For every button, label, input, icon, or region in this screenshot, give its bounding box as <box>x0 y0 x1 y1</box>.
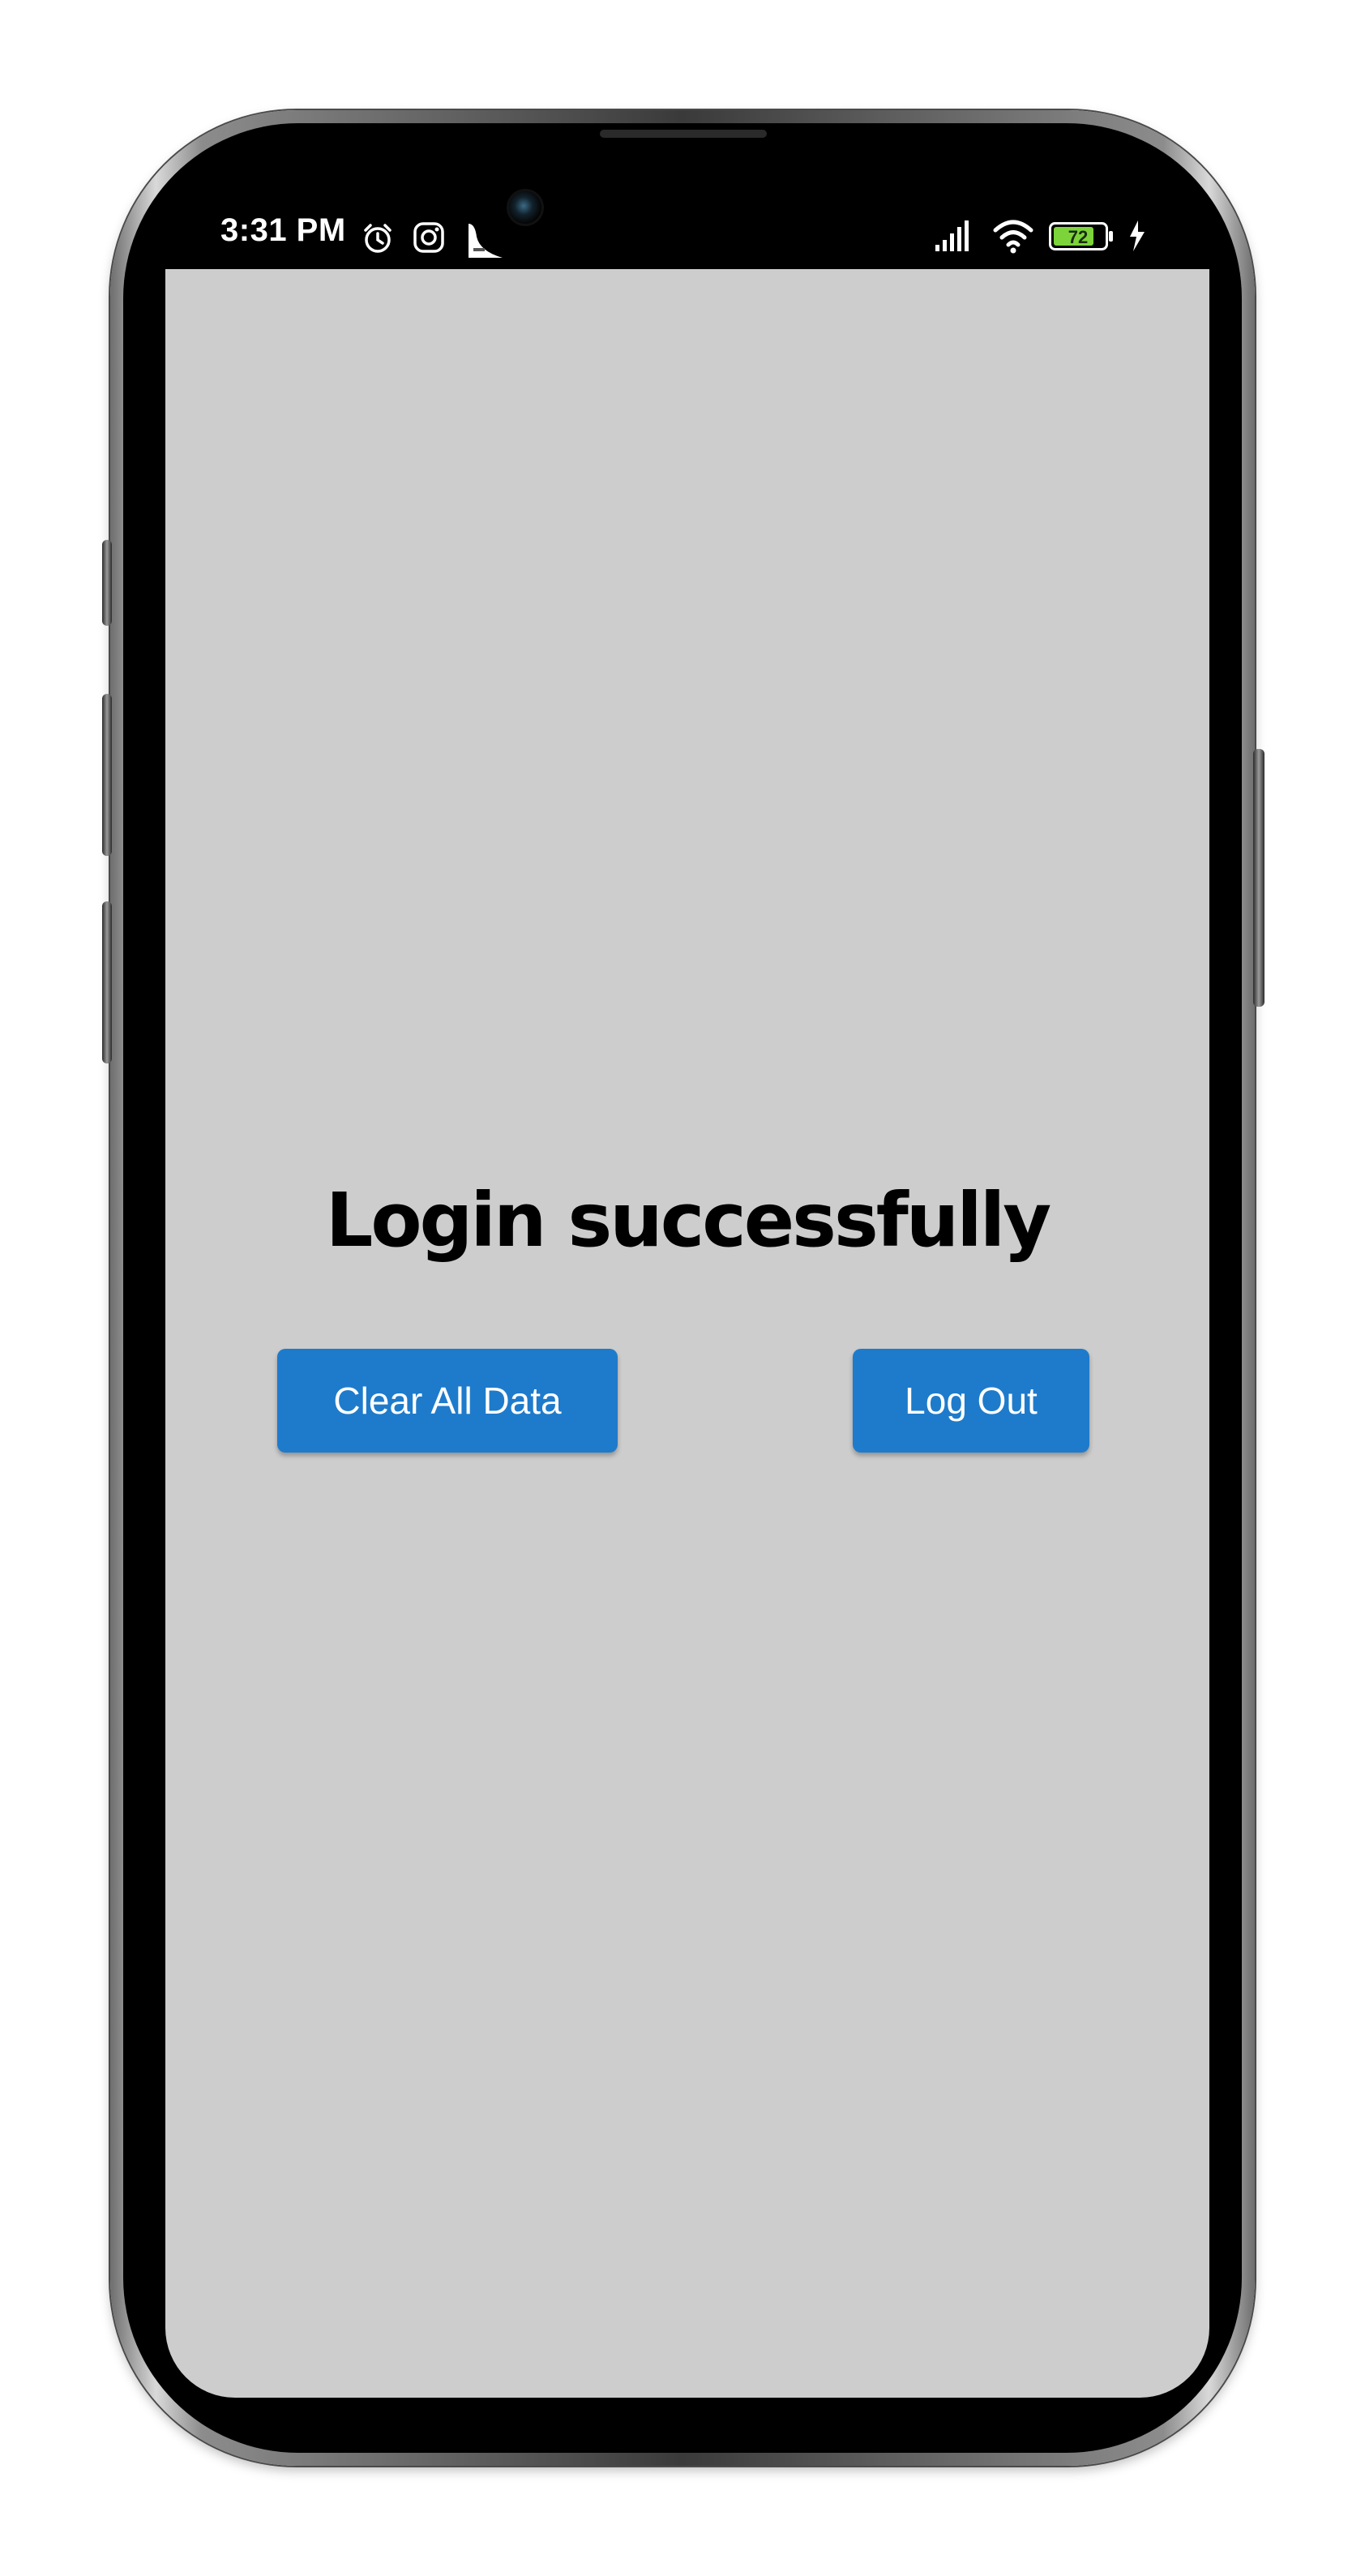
earpiece-speaker <box>600 130 767 138</box>
charging-icon <box>1130 220 1145 251</box>
volume-up-button <box>102 694 112 856</box>
volume-down-button <box>102 901 112 1063</box>
instagram-icon <box>412 220 446 259</box>
alarm-icon <box>360 220 396 260</box>
battery-level-text: 72 <box>1068 227 1088 247</box>
signal-icon <box>935 220 969 251</box>
page-title: Login successfully <box>325 1177 1052 1264</box>
clear-all-data-button[interactable]: Clear All Data <box>277 1349 618 1453</box>
app-screen: Login successfully Clear All Data Log Ou… <box>165 269 1209 2398</box>
mute-switch <box>102 540 112 626</box>
log-out-button[interactable]: Log Out <box>853 1349 1089 1453</box>
device-mockup: 3:31 PM 72 Login successfully Clear All … <box>0 0 1365 2576</box>
status-time: 3:31 PM <box>220 212 346 248</box>
battery-icon: 72 <box>1049 222 1113 250</box>
status-right-group: 72 <box>935 216 1170 256</box>
status-bar: 3:31 PM 72 <box>165 204 1200 269</box>
notification-icon <box>465 220 504 263</box>
wifi-icon <box>993 220 1033 254</box>
power-button <box>1253 749 1264 1007</box>
